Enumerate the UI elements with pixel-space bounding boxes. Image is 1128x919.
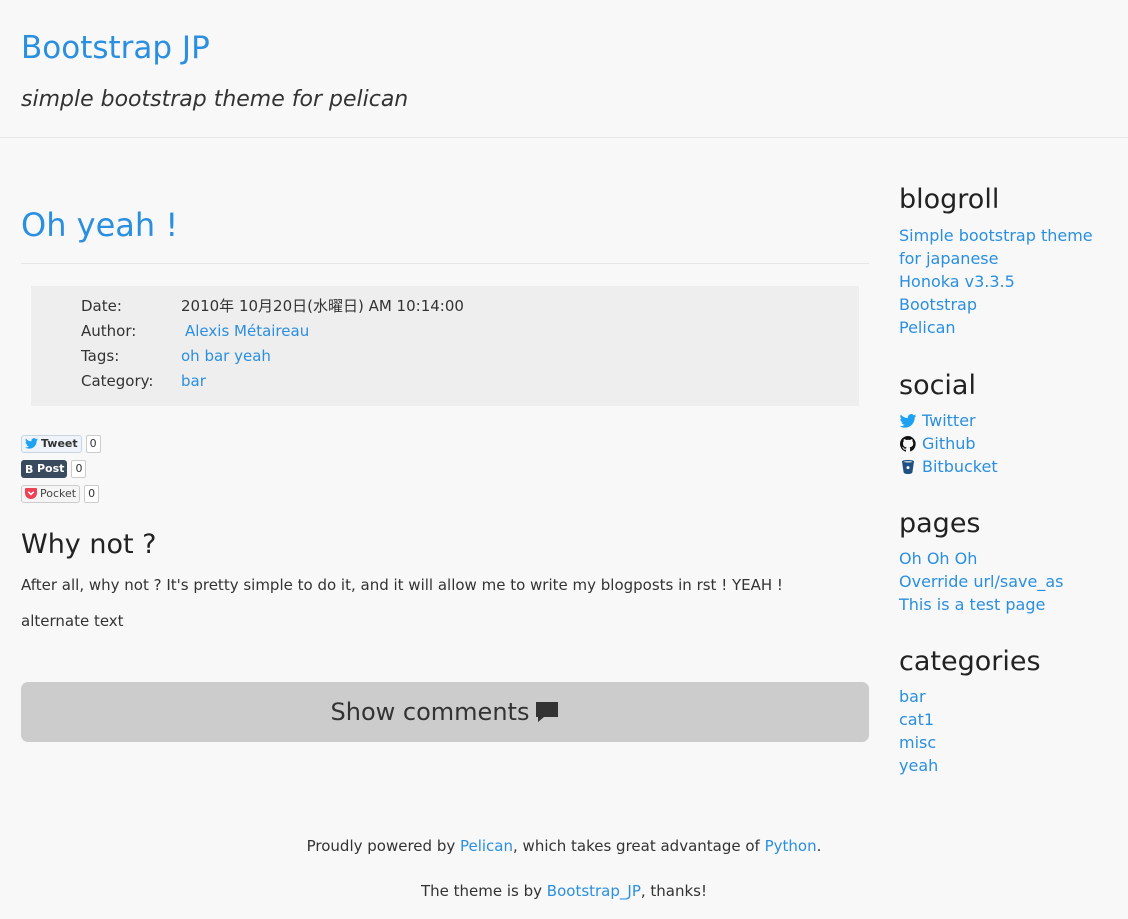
- hatena-icon: B: [25, 463, 33, 475]
- post-count: 0: [71, 459, 87, 478]
- footer-powered-line: Proudly powered by Pelican, which takes …: [0, 835, 1128, 857]
- pages-item[interactable]: Override url/save_as: [899, 570, 1114, 593]
- social-link-github[interactable]: Github: [922, 432, 976, 455]
- social-heading: social: [899, 370, 976, 401]
- tweet-button[interactable]: Tweet: [21, 434, 82, 453]
- categories-heading: categories: [899, 646, 1041, 677]
- category-item[interactable]: cat1: [899, 708, 1114, 731]
- meta-tags-label: Tags:: [81, 347, 120, 365]
- pages-link[interactable]: This is a test page: [899, 593, 1045, 616]
- social-section: social Twitter Github Bitbucket: [899, 369, 1114, 478]
- meta-author-row: Author: Alexis Métaireau: [81, 319, 859, 344]
- article-paragraph: After all, why not ? It's pretty simple …: [21, 576, 783, 594]
- meta-date-row: Date: 2010年 10月20日(水曜日) AM 10:14:00: [81, 294, 859, 319]
- twitter-icon: [899, 413, 917, 428]
- meta-category-link[interactable]: bar: [181, 369, 206, 394]
- python-link[interactable]: Python: [765, 837, 817, 855]
- share-buttons: Tweet 0 B Post 0 Pocket 0: [21, 431, 869, 506]
- blogroll-link[interactable]: Honoka v3.3.5: [899, 270, 1015, 293]
- social-item-bitbucket[interactable]: Bitbucket: [899, 455, 1114, 478]
- main-content: Oh yeah ! Date: 2010年 10月20日(水曜日) AM 10:…: [21, 139, 869, 742]
- footer-theme-line: The theme is by Bootstrap_JP, thanks!: [0, 880, 1128, 902]
- section-heading: Why not ?: [21, 529, 157, 560]
- footer-text: .: [816, 837, 822, 855]
- category-item[interactable]: misc: [899, 731, 1114, 754]
- pocket-button[interactable]: Pocket: [21, 484, 81, 503]
- bootstrap-jp-link[interactable]: Bootstrap_JP: [547, 882, 641, 900]
- footer-text: Proudly powered by: [306, 837, 460, 855]
- category-link[interactable]: yeah: [899, 754, 938, 777]
- meta-tags-row: Tags: oh bar yeah: [81, 344, 859, 369]
- pelican-link[interactable]: Pelican: [460, 837, 513, 855]
- tweet-count: 0: [85, 434, 101, 453]
- blogroll-item[interactable]: Simple bootstrap theme for japanese: [899, 224, 1114, 270]
- meta-date-label: Date:: [81, 297, 122, 315]
- bitbucket-icon: [902, 459, 914, 474]
- pages-link[interactable]: Oh Oh Oh: [899, 547, 977, 570]
- footer-text: , which takes great advantage of: [513, 837, 765, 855]
- category-link[interactable]: cat1: [899, 708, 934, 731]
- pocket-icon: [25, 488, 37, 499]
- meta-category-label: Category:: [81, 372, 154, 390]
- blogroll-section: blogroll Simple bootstrap theme for japa…: [899, 183, 1114, 339]
- meta-author-label: Author:: [81, 322, 137, 340]
- svg-text:B: B: [25, 463, 33, 475]
- footer-text: , thanks!: [640, 882, 708, 900]
- blogroll-link[interactable]: Pelican: [899, 316, 956, 339]
- blogroll-link[interactable]: Bootstrap: [899, 293, 977, 316]
- comment-icon: [536, 702, 559, 722]
- social-item-github[interactable]: Github: [899, 432, 1114, 455]
- blogroll-item[interactable]: Pelican: [899, 316, 1114, 339]
- social-list: Twitter Github Bitbucket: [899, 409, 1114, 478]
- category-item[interactable]: bar: [899, 685, 1114, 708]
- show-comments-button[interactable]: Show comments: [21, 682, 869, 742]
- github-icon: [899, 435, 916, 452]
- pages-section: pages Oh Oh Oh Override url/save_as This…: [899, 507, 1114, 616]
- blogroll-item[interactable]: Bootstrap: [899, 293, 1114, 316]
- pages-heading: pages: [899, 508, 981, 539]
- pocket-label: Pocket: [40, 487, 77, 500]
- article-meta: Date: 2010年 10月20日(水曜日) AM 10:14:00 Auth…: [31, 286, 859, 406]
- show-comments-label: Show comments: [330, 698, 530, 726]
- meta-category-row: Category: bar: [81, 369, 859, 394]
- social-link-bitbucket[interactable]: Bitbucket: [922, 455, 998, 478]
- post-button[interactable]: B Post: [21, 459, 68, 478]
- blogroll-link[interactable]: Simple bootstrap theme for japanese: [899, 224, 1114, 270]
- category-item[interactable]: yeah: [899, 754, 1114, 777]
- blogroll-list: Simple bootstrap theme for japanese Hono…: [899, 224, 1114, 339]
- category-link[interactable]: misc: [899, 731, 936, 754]
- social-item-twitter[interactable]: Twitter: [899, 409, 1114, 432]
- site-subtitle: simple bootstrap theme for pelican: [21, 87, 409, 112]
- categories-list: bar cat1 misc yeah: [899, 685, 1114, 777]
- blogroll-heading: blogroll: [899, 184, 1000, 215]
- post-row: B Post 0: [21, 456, 869, 481]
- meta-author-link[interactable]: Alexis Métaireau: [185, 319, 309, 344]
- site-header: Bootstrap JP simple bootstrap theme for …: [0, 0, 1128, 138]
- site-title[interactable]: Bootstrap JP: [21, 30, 1107, 66]
- post-label: Post: [37, 462, 65, 475]
- blogroll-item[interactable]: Honoka v3.3.5: [899, 270, 1114, 293]
- social-link-twitter[interactable]: Twitter: [922, 409, 976, 432]
- pocket-count: 0: [84, 484, 100, 503]
- pages-list: Oh Oh Oh Override url/save_as This is a …: [899, 547, 1114, 616]
- meta-tags-link[interactable]: oh bar yeah: [181, 344, 271, 369]
- pages-item[interactable]: Oh Oh Oh: [899, 547, 1114, 570]
- category-link[interactable]: bar: [899, 685, 926, 708]
- meta-date-value: 2010年 10月20日(水曜日) AM 10:14:00: [181, 297, 464, 315]
- pages-link[interactable]: Override url/save_as: [899, 570, 1063, 593]
- categories-section: categories bar cat1 misc yeah: [899, 645, 1114, 777]
- pages-item[interactable]: This is a test page: [899, 593, 1114, 616]
- pocket-row: Pocket 0: [21, 481, 869, 506]
- sidebar: blogroll Simple bootstrap theme for japa…: [899, 139, 1114, 777]
- footer-text: The theme is by: [420, 882, 547, 900]
- image-alt-text: alternate text: [21, 612, 124, 630]
- tweet-label: Tweet: [41, 437, 78, 450]
- twitter-bird-icon: [25, 438, 38, 449]
- tweet-row: Tweet 0: [21, 431, 869, 456]
- article-title[interactable]: Oh yeah !: [21, 205, 869, 264]
